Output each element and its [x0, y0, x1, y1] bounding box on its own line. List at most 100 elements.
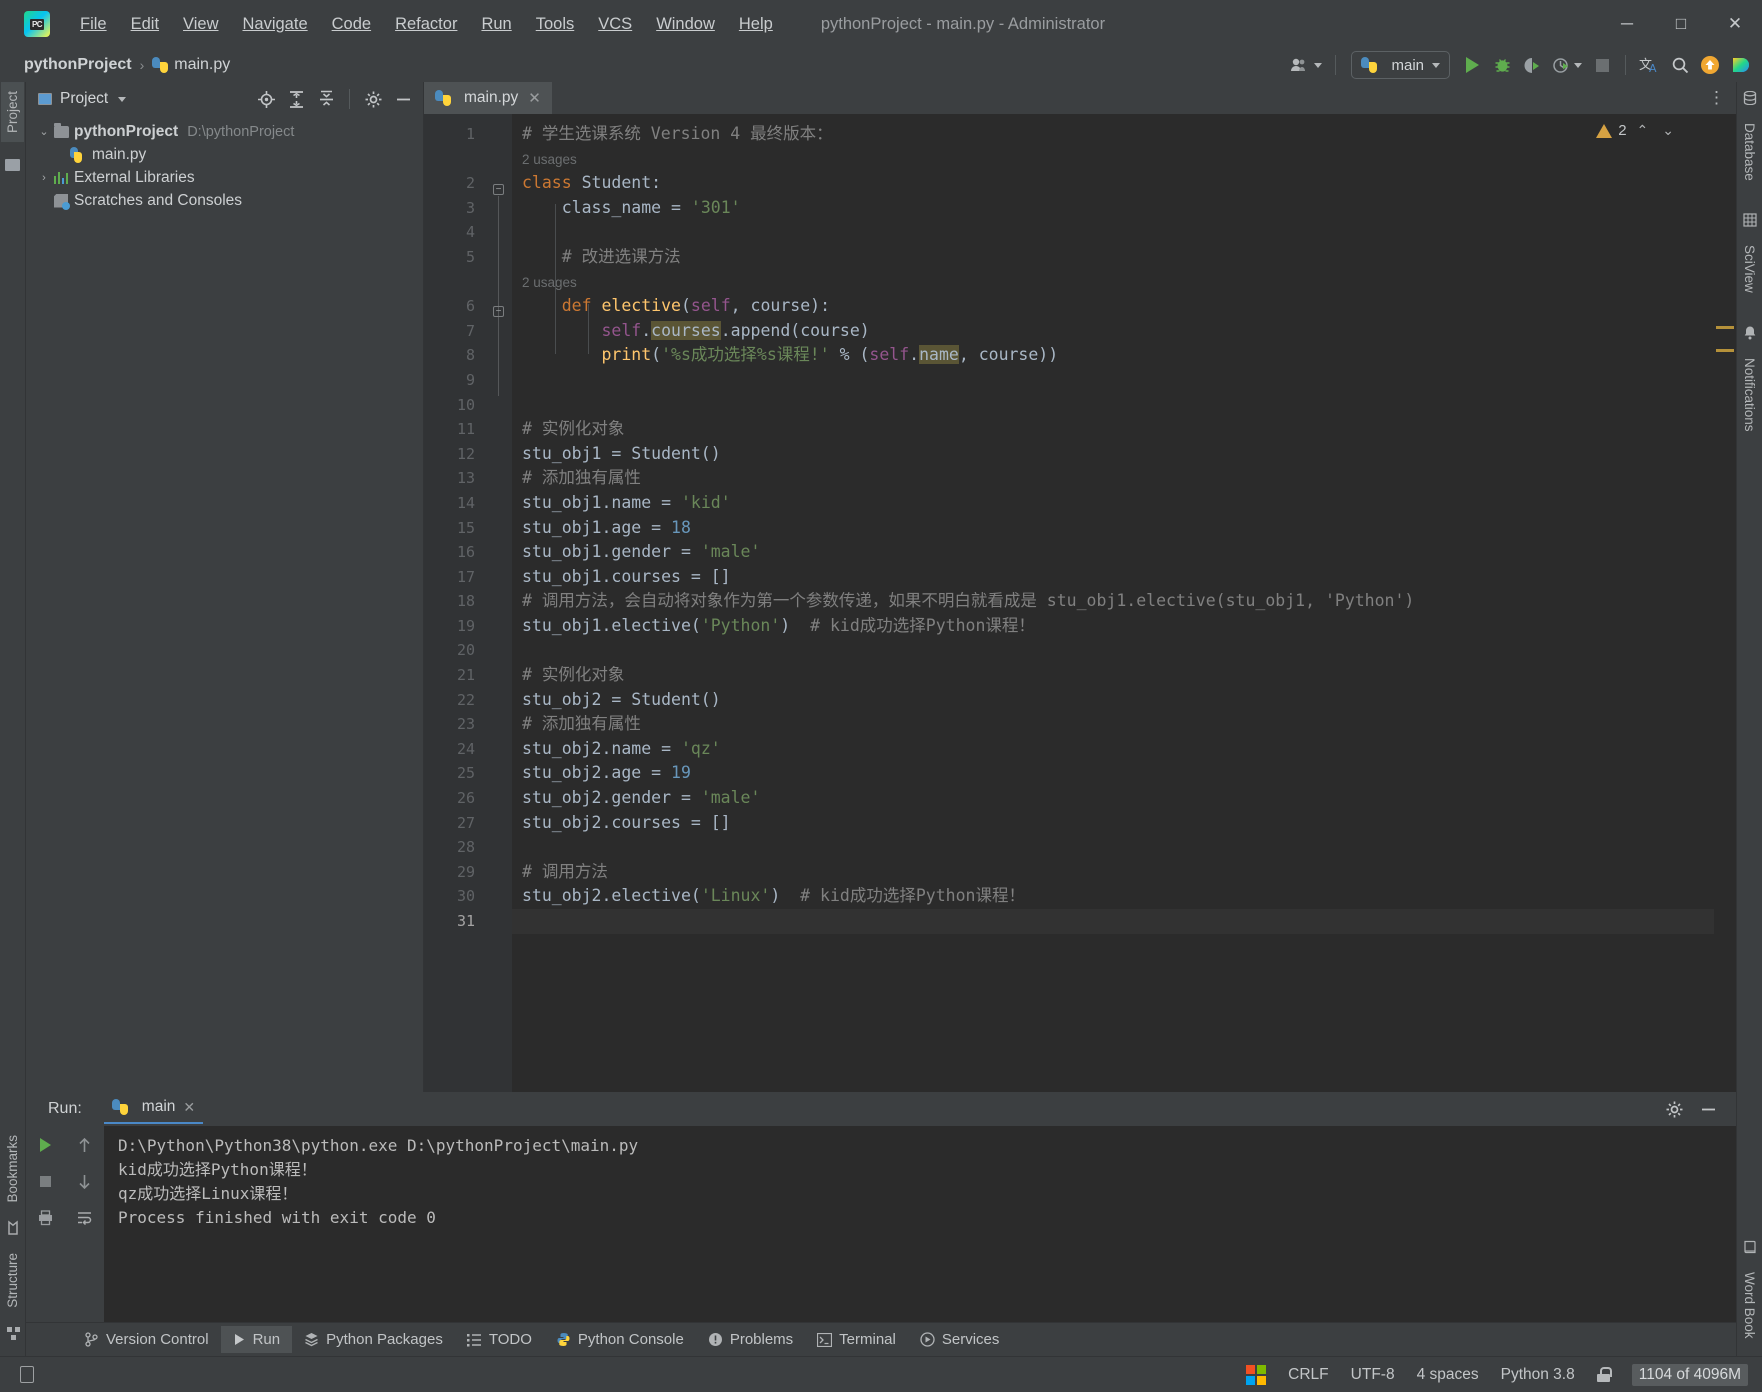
chevron-up-icon[interactable]: ⌃ [1633, 122, 1653, 139]
tool-window-button-problems[interactable]: Problems [696, 1326, 805, 1353]
line-separator-status[interactable]: CRLF [1288, 1366, 1328, 1384]
code-line[interactable]: def elective(self, course): [512, 294, 1736, 319]
unlocked-icon[interactable] [1596, 1367, 1612, 1382]
inspection-status[interactable]: 2 ⌃ ⌄ [1596, 122, 1678, 139]
indent-status[interactable]: 4 spaces [1417, 1366, 1479, 1384]
menu-edit[interactable]: Edit [119, 10, 171, 39]
menu-tools[interactable]: Tools [524, 10, 587, 39]
debug-icon[interactable] [1488, 51, 1516, 79]
sidebar-item-project[interactable]: Project [1, 82, 24, 143]
code-line[interactable]: stu_obj2.courses = [] [512, 811, 1736, 836]
fold-class-icon[interactable]: − [493, 184, 504, 195]
fold-method-icon[interactable]: − [493, 306, 504, 317]
code-line[interactable] [512, 835, 1736, 860]
code-line[interactable]: class_name = '301' [512, 196, 1736, 221]
code-line[interactable]: print('%s成功选择%s课程!' % (self.name, course… [512, 343, 1736, 368]
tree-item-pythonproject[interactable]: ⌄ pythonProject D:\pythonProject [26, 120, 423, 143]
stop-icon[interactable] [1588, 51, 1616, 79]
chevron-right-icon[interactable]: › [36, 172, 52, 184]
user-dropdown-icon[interactable] [1286, 51, 1326, 79]
code-line[interactable]: stu_obj1.elective('Python') # kid成功选择Pyt… [512, 614, 1736, 639]
code-line[interactable]: # 实例化对象 [512, 663, 1736, 688]
menu-window[interactable]: Window [644, 10, 727, 39]
close-icon[interactable]: ✕ [183, 1099, 195, 1116]
run-configuration-selector[interactable]: main [1351, 51, 1450, 79]
show-hide-toolwindows-icon[interactable] [20, 1366, 34, 1383]
menu-code[interactable]: Code [320, 10, 383, 39]
sidebar-item-sciview[interactable]: SciView [1738, 236, 1761, 302]
close-button[interactable]: ✕ [1708, 0, 1762, 48]
hide-panel-icon[interactable] [389, 85, 417, 113]
error-stripe-marks[interactable] [1714, 114, 1736, 1092]
settings-icon[interactable] [1660, 1095, 1688, 1123]
update-icon[interactable] [1696, 51, 1724, 79]
run-icon[interactable] [1458, 51, 1486, 79]
code-line[interactable]: stu_obj2 = Student() [512, 688, 1736, 713]
code-line[interactable]: # 实例化对象 [512, 417, 1736, 442]
menu-help[interactable]: Help [727, 10, 785, 39]
rerun-icon[interactable] [33, 1132, 59, 1158]
soft-wrap-icon[interactable] [72, 1204, 98, 1230]
stripe-warning-mark[interactable] [1716, 349, 1734, 352]
datalore-icon[interactable] [1726, 51, 1754, 79]
sidebar-item-bookmarks[interactable]: Bookmarks [1, 1126, 24, 1212]
tool-window-button-version-control[interactable]: Version Control [72, 1326, 221, 1353]
expand-all-icon[interactable] [282, 85, 310, 113]
usages-hint[interactable]: 2 usages [512, 270, 1736, 295]
tab-main-py[interactable]: main.py ✕ [424, 82, 552, 114]
code-line[interactable]: stu_obj1.age = 18 [512, 516, 1736, 541]
print-icon[interactable] [33, 1204, 59, 1230]
search-icon[interactable] [1666, 51, 1694, 79]
code-line[interactable]: # 添加独有属性 [512, 712, 1736, 737]
tool-window-button-python-packages[interactable]: Python Packages [292, 1326, 455, 1353]
code-line[interactable] [512, 909, 1736, 934]
sidebar-item-notifications[interactable]: Notifications [1738, 349, 1761, 441]
encoding-status[interactable]: UTF-8 [1351, 1366, 1395, 1384]
maximize-button[interactable]: □ [1654, 0, 1708, 48]
code-line[interactable]: stu_obj1.name = 'kid' [512, 491, 1736, 516]
translate-icon[interactable]: 文A [1635, 51, 1664, 79]
code-line[interactable]: class Student: [512, 171, 1736, 196]
code-line[interactable] [512, 393, 1736, 418]
coverage-icon[interactable] [1518, 51, 1546, 79]
run-tab-main[interactable]: main ✕ [103, 1094, 204, 1124]
settings-icon[interactable] [359, 85, 387, 113]
more-options-icon[interactable]: ⋮ [1708, 88, 1726, 108]
code-line[interactable]: # 添加独有属性 [512, 466, 1736, 491]
chevron-down-icon[interactable] [118, 96, 127, 102]
hide-panel-icon[interactable] [1694, 1095, 1722, 1123]
menu-navigate[interactable]: Navigate [231, 10, 320, 39]
code-line[interactable]: # 学生选课系统 Version 4 最终版本： [512, 122, 1736, 147]
interpreter-status[interactable]: Python 3.8 [1501, 1366, 1575, 1384]
tree-item-mainpy[interactable]: main.py [26, 143, 423, 166]
chevron-down-icon[interactable]: ⌄ [1658, 122, 1678, 139]
menu-run[interactable]: Run [469, 10, 523, 39]
code-folding-gutter[interactable]: − − [486, 114, 512, 1092]
collapse-all-icon[interactable] [312, 85, 340, 113]
tree-item-scratches-and-consoles[interactable]: Scratches and Consoles [26, 189, 423, 212]
locate-icon[interactable] [252, 85, 280, 113]
code-line[interactable]: stu_obj1.gender = 'male' [512, 540, 1736, 565]
minimize-button[interactable]: ─ [1600, 0, 1654, 48]
code-line[interactable]: # 调用方法，会自动将对象作为第一个参数传递，如果不明白就看成是 stu_obj… [512, 589, 1736, 614]
code-line[interactable]: # 调用方法 [512, 860, 1736, 885]
stop-icon[interactable] [33, 1168, 59, 1194]
run-console-output[interactable]: D:\Python\Python38\python.exe D:\pythonP… [104, 1126, 1736, 1322]
menu-refactor[interactable]: Refactor [383, 10, 469, 39]
sidebar-item-word-book[interactable]: Word Book [1738, 1263, 1761, 1348]
code-line[interactable]: stu_obj2.gender = 'male' [512, 786, 1736, 811]
stripe-warning-mark[interactable] [1716, 326, 1734, 329]
chevron-down-icon[interactable]: ⌄ [36, 125, 52, 138]
tool-window-button-python-console[interactable]: Python Console [544, 1326, 696, 1353]
menu-view[interactable]: View [171, 10, 230, 39]
tool-window-button-todo[interactable]: TODO [455, 1326, 544, 1353]
sidebar-item-database[interactable]: Database [1738, 114, 1761, 190]
profile-icon[interactable] [1548, 51, 1586, 79]
code-line[interactable]: stu_obj2.name = 'qz' [512, 737, 1736, 762]
down-icon[interactable] [72, 1168, 98, 1194]
code-line[interactable]: self.courses.append(course) [512, 319, 1736, 344]
usages-hint[interactable]: 2 usages [512, 147, 1736, 172]
tool-window-button-services[interactable]: Services [908, 1326, 1012, 1353]
up-icon[interactable] [72, 1132, 98, 1158]
code-line[interactable] [512, 368, 1736, 393]
